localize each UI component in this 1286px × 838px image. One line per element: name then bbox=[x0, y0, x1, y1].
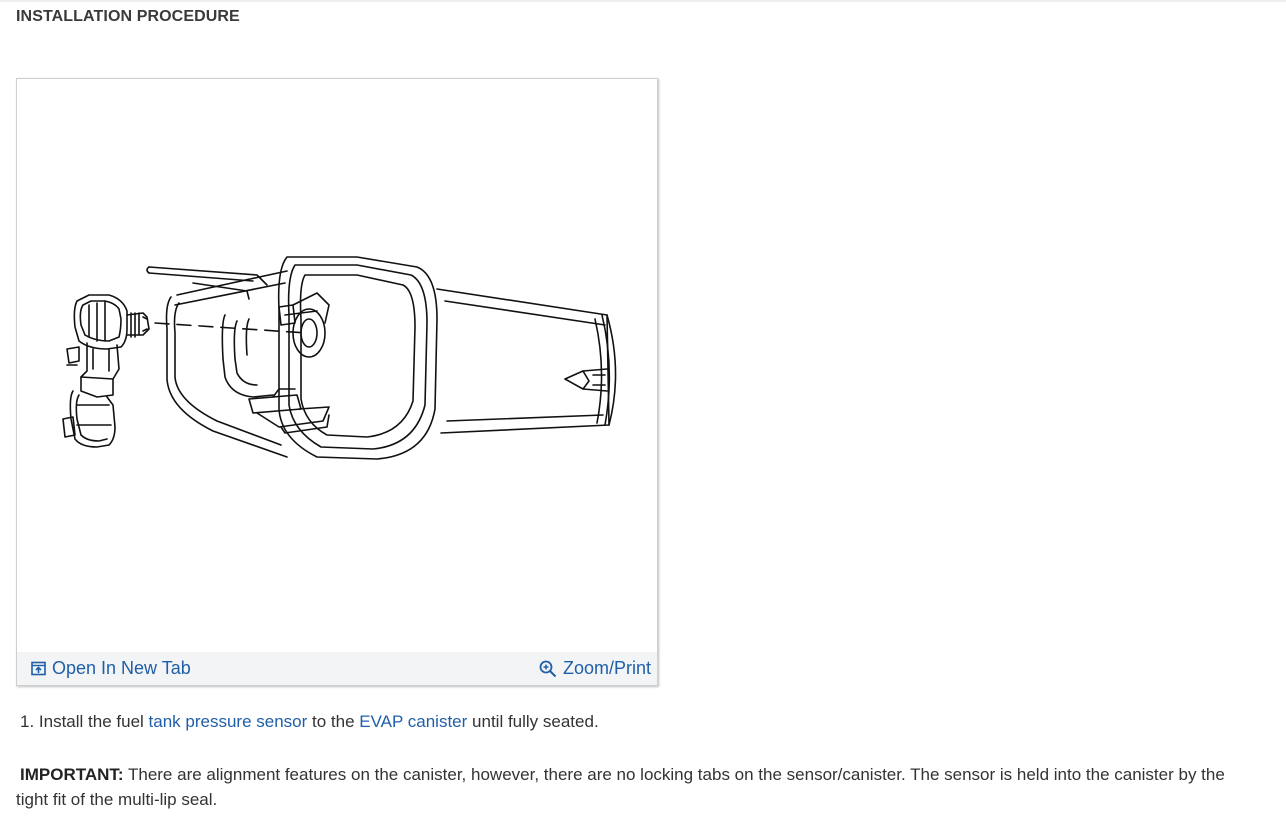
top-divider bbox=[0, 0, 1286, 2]
step-text-3: until fully seated. bbox=[467, 712, 599, 731]
sensor-canister-illustration bbox=[62, 256, 617, 460]
tank-pressure-sensor-link[interactable]: tank pressure sensor bbox=[149, 712, 308, 731]
zoom-print-link[interactable]: Zoom/Print bbox=[539, 658, 651, 679]
zoom-icon bbox=[539, 660, 557, 677]
open-new-tab-icon bbox=[31, 661, 46, 676]
evap-canister-link[interactable]: EVAP canister bbox=[359, 712, 467, 731]
step-text-1: Install the fuel bbox=[34, 712, 149, 731]
step-1: 1. Install the fuel tank pressure sensor… bbox=[20, 712, 599, 732]
step-text-2: to the bbox=[307, 712, 360, 731]
important-note: IMPORTANT: There are alignment features … bbox=[16, 762, 1236, 812]
figure-card: Open In New Tab Zoom/Print bbox=[16, 78, 658, 686]
open-in-new-tab-label: Open In New Tab bbox=[52, 658, 191, 678]
important-text: There are alignment features on the cani… bbox=[16, 765, 1225, 809]
figure-toolbar: Open In New Tab Zoom/Print bbox=[17, 652, 657, 685]
section-heading: INSTALLATION PROCEDURE bbox=[16, 8, 240, 25]
open-in-new-tab-link[interactable]: Open In New Tab bbox=[31, 658, 191, 679]
step-number: 1. bbox=[20, 712, 35, 731]
zoom-print-label: Zoom/Print bbox=[562, 658, 651, 678]
important-label: IMPORTANT: bbox=[20, 765, 124, 784]
